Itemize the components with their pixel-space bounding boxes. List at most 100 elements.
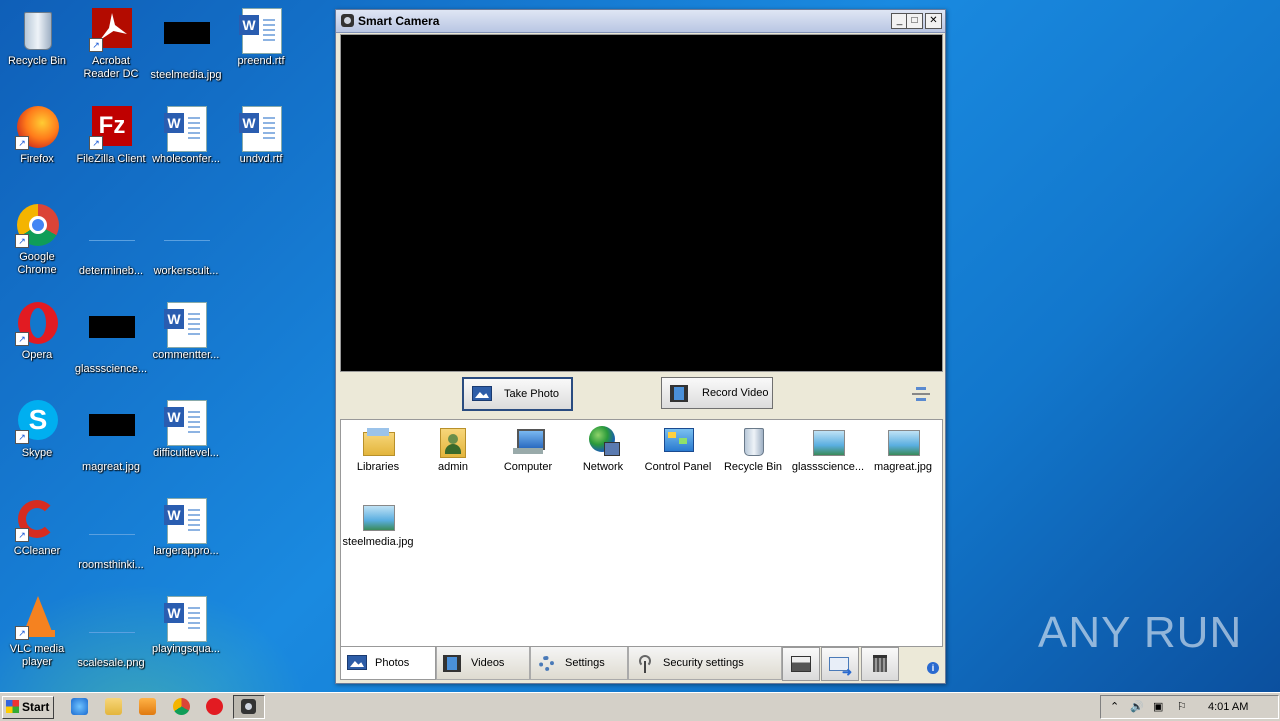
tab-videos[interactable]: Videos xyxy=(436,647,530,680)
smart-camera-taskbar-button[interactable] xyxy=(233,695,265,719)
shortcut-arrow-icon: ↗ xyxy=(89,136,103,150)
desktop-icon-label: glassscience... xyxy=(74,363,148,375)
file-item-label: Recycle Bin xyxy=(723,461,783,473)
volume-icon[interactable]: 🔊 xyxy=(1130,700,1144,713)
skype-icon: S ↗ xyxy=(15,400,59,444)
network-tray-icon[interactable]: ▣ xyxy=(1153,700,1163,713)
desktop-icon-scalesale[interactable]: scalesale.png xyxy=(74,596,148,670)
file-explorer-icon[interactable] xyxy=(105,698,122,715)
bottom-tab-bar: Photos Videos Settings Security settings xyxy=(340,647,941,681)
title-bar[interactable]: Smart Camera _ □ ✕ xyxy=(336,10,945,33)
desktop-icon-commentter[interactable]: commentter... xyxy=(149,302,223,362)
opera-icon: ↗ xyxy=(15,302,59,346)
file-item-control-panel[interactable]: Control Panel xyxy=(641,422,715,473)
action-center-flag-icon[interactable]: ⚐ xyxy=(1177,700,1187,713)
file-item-computer[interactable]: Computer xyxy=(491,422,565,473)
shortcut-arrow-icon: ↗ xyxy=(15,234,29,248)
photo-icon xyxy=(347,655,367,671)
file-item-label: magreat.jpg xyxy=(873,461,933,473)
smart-camera-window: Smart Camera _ □ ✕ Take Photo Record Vid… xyxy=(335,9,946,684)
desktop-icon-playingsqua[interactable]: playingsqua... xyxy=(149,596,223,656)
email-button[interactable]: ➜ xyxy=(821,647,859,681)
desktop-icon-label: determineb... xyxy=(78,265,144,277)
clock[interactable]: 4:01 AM xyxy=(1208,701,1248,713)
desktop-icon-determineb[interactable]: determineb... xyxy=(74,204,148,278)
gear-icon xyxy=(537,655,557,671)
desktop-icon-label: Recycle Bin xyxy=(7,55,67,67)
desktop-icon-magreat[interactable]: magreat.jpg xyxy=(74,400,148,474)
tab-security-settings[interactable]: Security settings xyxy=(628,647,782,680)
collapse-panel-icon[interactable] xyxy=(912,385,930,403)
start-button[interactable]: Start xyxy=(2,696,54,719)
file-icon xyxy=(89,610,135,654)
record-video-button[interactable]: Record Video xyxy=(661,377,773,409)
file-item-label: steelmedia.jpg xyxy=(342,536,414,548)
desktop-icon-glassscience[interactable]: glassscience... xyxy=(74,302,148,376)
show-hidden-icons-icon[interactable]: ⌃ xyxy=(1110,700,1119,713)
shortcut-arrow-icon: ↗ xyxy=(89,38,103,52)
internet-explorer-icon[interactable] xyxy=(71,698,88,715)
desktop-icon-label: wholeconfer... xyxy=(152,153,220,165)
file-item-steelmedia[interactable]: steelmedia.jpg xyxy=(341,497,415,548)
desktop-icon-opera[interactable]: ↗ Opera xyxy=(0,302,74,362)
file-browser: Libraries admin Computer Network Control… xyxy=(340,419,943,647)
info-icon[interactable]: i xyxy=(927,662,939,674)
printer-icon xyxy=(791,656,811,672)
desktop-icon-label: preend.rtf xyxy=(237,55,285,67)
start-label: Start xyxy=(22,700,50,714)
shortcut-arrow-icon: ↗ xyxy=(15,136,29,150)
file-item-glassscience[interactable]: glassscience... xyxy=(791,422,865,473)
file-item-admin[interactable]: admin xyxy=(416,422,490,473)
take-photo-button[interactable]: Take Photo xyxy=(462,377,573,411)
desktop-icon-ccleaner[interactable]: ↗ CCleaner xyxy=(0,498,74,558)
desktop-icon-label: VLC media player xyxy=(9,643,65,668)
desktop-icon-roomsthinki[interactable]: roomsthinki... xyxy=(74,498,148,572)
file-item-libraries[interactable]: Libraries xyxy=(341,422,415,473)
maximize-button[interactable]: □ xyxy=(906,13,923,29)
desktop-icon-wholeconfer[interactable]: wholeconfer... xyxy=(149,106,223,166)
desktop-icon-vlc[interactable]: ↗ VLC media player xyxy=(0,596,74,669)
shortcut-arrow-icon: ↗ xyxy=(15,528,29,542)
desktop-icon-steelmedia[interactable]: steelmedia.jpg xyxy=(149,8,223,82)
desktop-icon-label: roomsthinki... xyxy=(78,559,144,571)
photo-icon xyxy=(472,386,492,401)
desktop-icon-label: Google Chrome xyxy=(17,251,57,276)
desktop-icon-firefox[interactable]: ↗ Firefox xyxy=(0,106,74,166)
file-item-network[interactable]: Network xyxy=(566,422,640,473)
desktop-icon-preend[interactable]: preend.rtf xyxy=(224,8,298,68)
image-file-icon xyxy=(164,22,210,66)
windows-flag-icon xyxy=(6,700,19,713)
desktop-icon-largerappro[interactable]: largerappro... xyxy=(149,498,223,558)
close-button[interactable]: ✕ xyxy=(925,13,942,29)
libraries-icon xyxy=(361,426,395,456)
opera-taskbar-icon[interactable] xyxy=(206,698,223,715)
word-document-icon xyxy=(164,400,208,446)
file-icon xyxy=(89,218,135,262)
chrome-taskbar-icon[interactable] xyxy=(173,698,190,715)
desktop-icon-workerscult[interactable]: workerscult... xyxy=(149,204,223,278)
print-button[interactable] xyxy=(782,647,820,681)
file-item-recycle-bin[interactable]: Recycle Bin xyxy=(716,422,790,473)
chrome-icon: ↗ xyxy=(15,204,59,248)
desktop-icon-filezilla[interactable]: Fz ↗ FileZilla Client xyxy=(74,106,148,166)
desktop-icon-acrobat[interactable]: ↗ Acrobat Reader DC xyxy=(74,8,148,81)
system-tray: ⌃ 🔊 ▣ ⚐ 4:01 AM xyxy=(1100,695,1279,719)
delete-button[interactable] xyxy=(861,647,899,681)
word-document-icon xyxy=(164,302,208,348)
desktop-icon-difficultlevel[interactable]: difficultlevel... xyxy=(149,400,223,460)
recycle-bin-icon xyxy=(736,426,770,456)
desktop-icon-label: steelmedia.jpg xyxy=(150,69,222,81)
image-file-icon xyxy=(89,414,135,458)
tab-settings[interactable]: Settings xyxy=(530,647,628,680)
desktop-icon-skype[interactable]: S ↗ Skype xyxy=(0,400,74,460)
desktop-icon-label: undvd.rtf xyxy=(239,153,283,165)
media-player-icon[interactable] xyxy=(139,698,156,715)
file-item-magreat[interactable]: magreat.jpg xyxy=(866,422,940,473)
desktop-icon-recycle-bin[interactable]: Recycle Bin xyxy=(0,8,74,68)
camera-app-icon xyxy=(341,14,354,27)
anyrun-watermark: ANY RUN xyxy=(1038,608,1243,657)
camera-preview xyxy=(340,34,943,372)
desktop-icon-undvd[interactable]: undvd.rtf xyxy=(224,106,298,166)
desktop-icon-chrome[interactable]: ↗ Google Chrome xyxy=(0,204,74,277)
tab-photos[interactable]: Photos xyxy=(340,647,436,680)
